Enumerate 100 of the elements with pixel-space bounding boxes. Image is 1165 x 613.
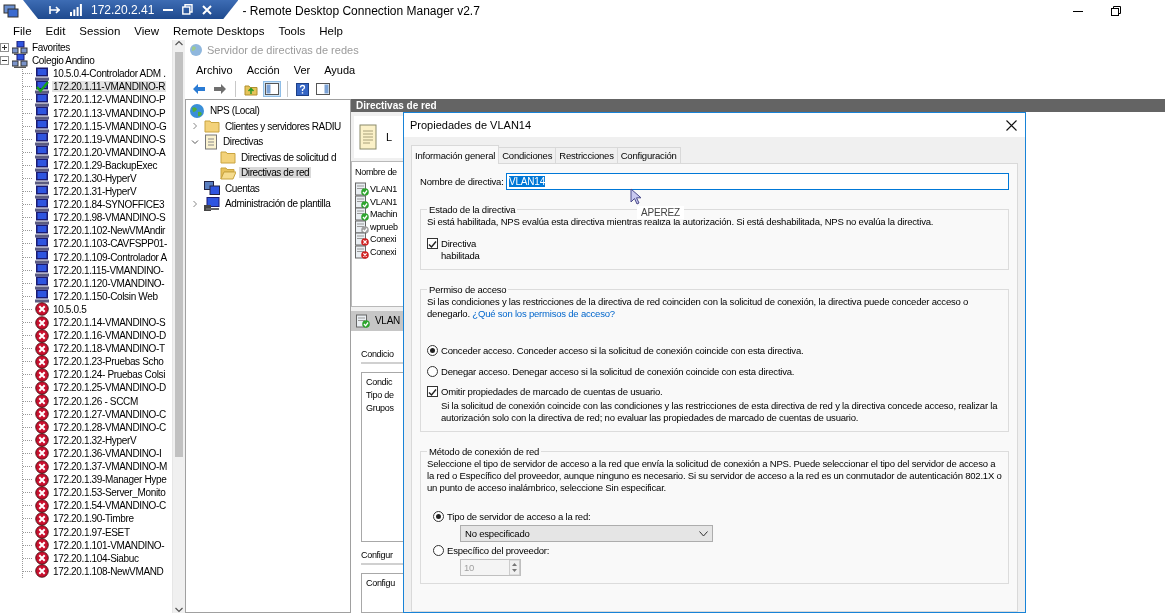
plus-box-icon[interactable]	[0, 43, 9, 53]
action-pane-button[interactable]	[315, 82, 331, 96]
monitor-icon	[35, 184, 49, 199]
tree-item[interactable]: Directivas de red	[189, 165, 347, 181]
server-item[interactable]: 172.20.1.24- Pruebas Colsi	[23, 368, 172, 382]
policy-item[interactable]: Conexi	[355, 245, 403, 259]
menu-item[interactable]: Tools	[271, 24, 313, 38]
dropdown[interactable]: No especificado	[460, 525, 713, 542]
server-item[interactable]: 10.5.0.4-Controlador ADM .	[23, 67, 172, 81]
radio-button[interactable]	[427, 344, 438, 356]
server-item[interactable]: 172.20.1.37-VMANDINO-M	[23, 460, 172, 474]
tab[interactable]: Configuración	[616, 147, 681, 163]
menu-item[interactable]: Ver	[286, 63, 318, 76]
group-item[interactable]: Favorites	[0, 41, 172, 55]
server-item[interactable]: 172.20.1.39-Manager Hype	[23, 473, 172, 487]
menu-item[interactable]: Ayuda	[317, 63, 363, 76]
tree-item[interactable]: NPS (Local)	[189, 103, 347, 119]
server-item[interactable]: 172.20.1.54-VMANDINO-C	[23, 499, 172, 513]
forward-button[interactable]	[212, 82, 228, 96]
back-button[interactable]	[191, 82, 207, 96]
server-item[interactable]: 172.20.1.103-CAVFSPP01-	[23, 237, 172, 251]
server-item[interactable]: 172.20.1.28-VMANDINO-C	[23, 420, 172, 434]
error-icon	[35, 446, 49, 461]
server-item[interactable]: 172.20.1.150-Colsin Web	[23, 289, 172, 303]
group-item[interactable]: Colegio Andino	[0, 54, 172, 68]
server-item[interactable]: 172.20.1.98-VMANDINO-S	[23, 211, 172, 225]
policy-item[interactable]: Machin	[355, 208, 403, 221]
server-item[interactable]: 172.20.1.31-HyperV	[23, 185, 172, 199]
policy-item[interactable]: VLAN1	[355, 183, 403, 196]
policy-item[interactable]: VLAN1	[355, 195, 403, 209]
tab[interactable]: Información general	[411, 145, 500, 164]
server-item[interactable]: 172.20.1.27-VMANDINO-C	[23, 407, 172, 421]
server-item[interactable]: 172.20.1.120-VMANDINO-	[23, 276, 172, 290]
menu-item[interactable]: Acción	[239, 63, 287, 76]
monitor-icon	[35, 210, 49, 225]
server-item[interactable]: 172.20.1.104-Siabuc	[23, 551, 172, 565]
server-item[interactable]: 172.20.1.13-VMANDINO-P	[23, 106, 172, 120]
policy-item[interactable]: wprueb	[355, 220, 403, 234]
tree-item[interactable]: Clientes y servidores RADIU	[189, 118, 347, 134]
scroll-down-icon[interactable]	[175, 607, 183, 613]
tree-item[interactable]: Administración de plantilla	[189, 196, 347, 212]
server-item[interactable]: 172.20.1.102-NewVMAndir	[23, 224, 172, 238]
tree-item[interactable]: Cuentas	[189, 180, 347, 196]
radio-button[interactable]	[433, 510, 444, 522]
column-header[interactable]: Nombre de	[355, 167, 403, 178]
error-icon	[35, 498, 49, 513]
error-icon	[35, 341, 49, 356]
server-item[interactable]: 172.20.1.23-Pruebas Scho	[23, 355, 172, 369]
server-item[interactable]: 172.20.1.108-NewVMAND	[23, 564, 172, 578]
server-item[interactable]: 172.20.1.90-Timbre	[23, 512, 172, 526]
scroll-document-icon	[358, 124, 378, 150]
server-item[interactable]: 172.20.1.16-VMANDINO-D	[23, 329, 172, 343]
help-button[interactable]	[295, 81, 310, 97]
radio-button[interactable]	[427, 365, 438, 377]
server-item[interactable]: 172.20.1.101-VMANDINO-	[23, 538, 172, 552]
scrollbar-thumb[interactable]	[175, 52, 183, 457]
server-item[interactable]: 172.20.1.19-VMANDINO-S	[23, 132, 172, 146]
tree-item[interactable]: Directivas	[189, 134, 347, 150]
scrollbar[interactable]	[172, 40, 185, 613]
error-icon	[35, 394, 49, 409]
server-item[interactable]: 172.20.1.53-Server_Monito	[23, 486, 172, 500]
network-group-icon	[12, 40, 28, 55]
server-item[interactable]: 172.20.1.15-VMANDINO-G	[23, 119, 172, 133]
menu-item[interactable]: File	[6, 24, 39, 38]
close-button[interactable]	[202, 4, 213, 15]
minus-box-icon[interactable]	[0, 56, 9, 66]
tree-item[interactable]: Directivas de solicitud d	[189, 149, 347, 165]
policy-item[interactable]: Conexi	[355, 233, 403, 246]
close-button[interactable]	[1004, 117, 1019, 133]
menu-item[interactable]: Remote Desktops	[166, 24, 272, 38]
server-item[interactable]: 172.20.1.97-ESET	[23, 525, 172, 539]
menu-item[interactable]: Help	[312, 24, 350, 38]
menu-item[interactable]: Session	[72, 24, 128, 38]
radio-label: Conceder acceso. Conceder acceso si la solicitud de conexión coincide con esta directiva.	[441, 344, 804, 356]
menu-item[interactable]: Edit	[38, 24, 73, 38]
server-item[interactable]: 172.20.1.115-VMANDINO-	[23, 263, 172, 277]
checkbox[interactable]	[427, 386, 438, 397]
restore-button[interactable]	[182, 4, 194, 15]
server-item[interactable]: 172.20.1.84-SYNOFFICE3	[23, 198, 172, 212]
server-item[interactable]: 172.20.1.12-VMANDINO-P	[23, 93, 172, 107]
server-item[interactable]: 172.20.1.26 - SCCM	[23, 394, 172, 408]
server-item[interactable]: 172.20.1.14-VMANDINO-S	[23, 315, 172, 330]
help-link[interactable]: ¿Qué son los permisos de acceso?	[472, 308, 615, 319]
tree-toggle-button[interactable]	[264, 82, 280, 96]
menu-item[interactable]: Archivo	[189, 63, 240, 76]
policy-name-field[interactable]: VLAN14	[506, 173, 1009, 190]
server-item[interactable]: 172.20.1.29-BackupExec	[23, 158, 172, 172]
pin-button[interactable]	[49, 4, 61, 15]
server-item[interactable]: 172.20.1.18-VMANDINO-T	[23, 342, 172, 356]
scroll-up-icon[interactable]	[175, 40, 183, 46]
checkbox[interactable]	[427, 238, 438, 249]
minimize-button[interactable]	[163, 8, 174, 11]
server-item[interactable]: 172.20.1.36-VMANDINO-I	[23, 446, 172, 460]
menu-item[interactable]: View	[127, 24, 166, 38]
server-item[interactable]: 10.5.0.5	[23, 302, 172, 316]
server-item[interactable]: 172.20.1.32-HyperV	[23, 433, 172, 447]
server-item[interactable]: 172.20.1.20-VMANDINO-A	[23, 145, 172, 159]
server-item[interactable]: 172.20.1.109-Controlador A	[23, 250, 172, 264]
server-item[interactable]: 172.20.1.30-HyperV	[23, 171, 172, 186]
server-item[interactable]: 172.20.1.25-VMANDINO-D	[23, 381, 172, 395]
